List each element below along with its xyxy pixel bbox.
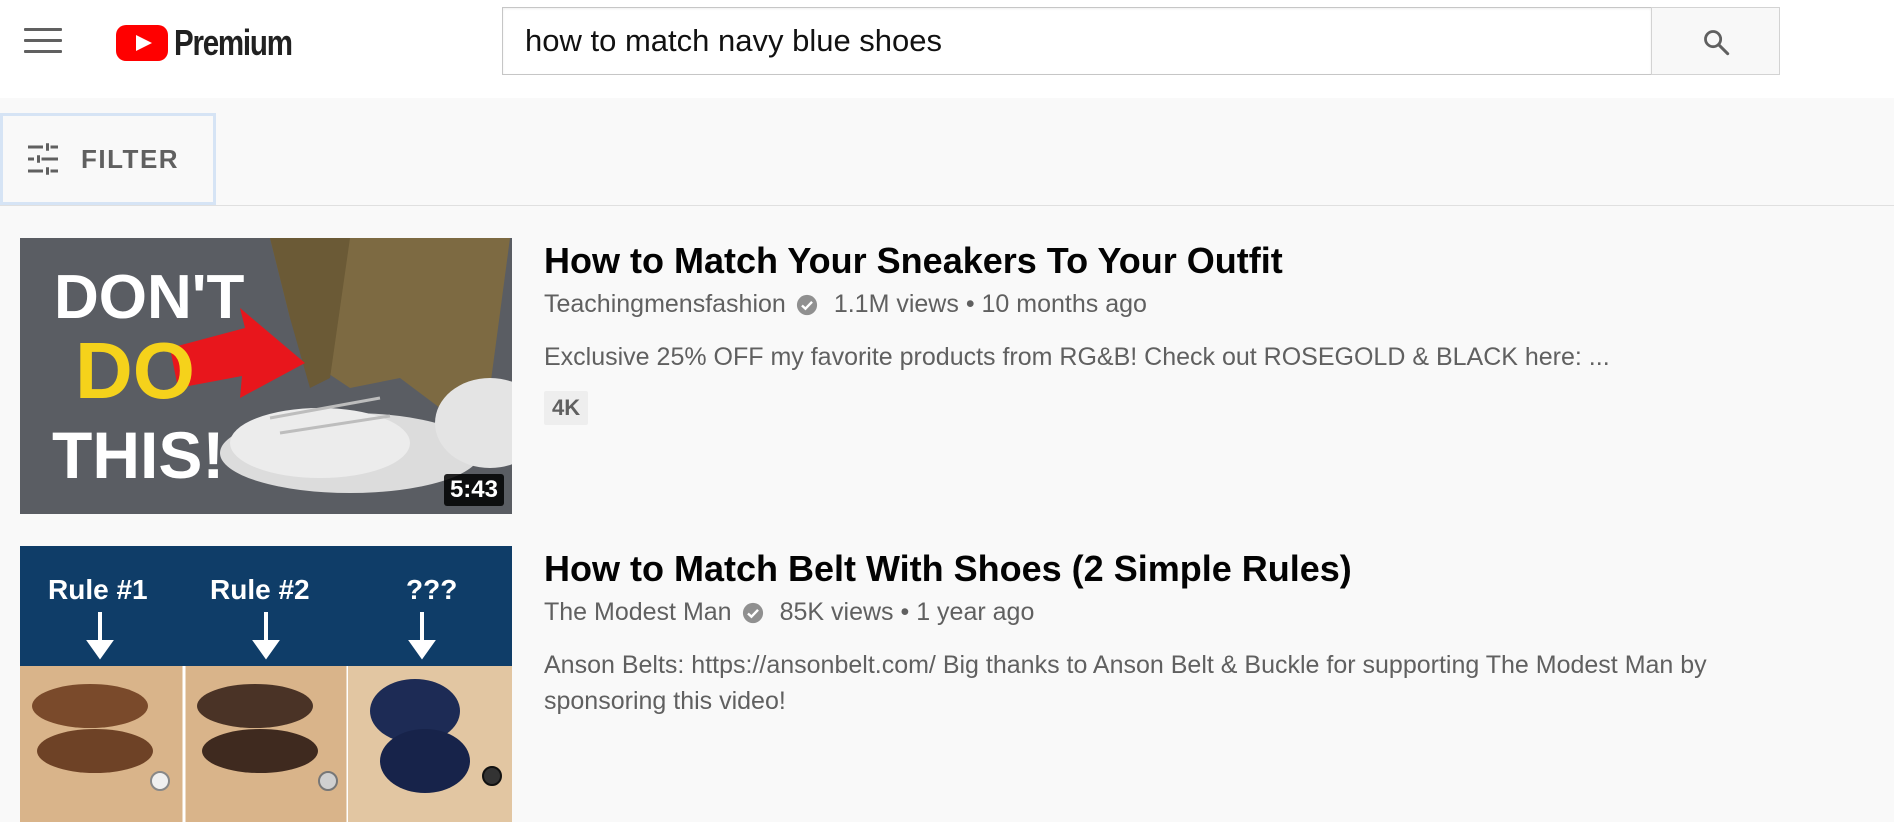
thumb-rule3: ??? — [406, 574, 457, 605]
upload-age: 10 months ago — [981, 290, 1147, 318]
video-description: Exclusive 25% OFF my favorite products f… — [544, 343, 1610, 371]
video-description: Anson Belts: https://ansonbelt.com/ Big … — [544, 651, 1707, 715]
video-thumbnail[interactable]: Rule #1 Rule #2 ??? — [20, 546, 512, 822]
upload-age: 1 year ago — [916, 598, 1035, 626]
thumbnail-image: Rule #1 Rule #2 ??? — [20, 546, 512, 822]
thumb-text-line2: DO — [75, 326, 195, 415]
verified-check-icon — [796, 294, 817, 315]
search-button[interactable] — [1651, 7, 1780, 75]
channel-name[interactable]: Teachingmensfashion — [544, 290, 786, 319]
thumb-rule2: Rule #2 — [210, 574, 310, 605]
view-count: 85K views — [779, 598, 894, 626]
video-info: How to Match Belt With Shoes (2 Simple R… — [544, 546, 1784, 719]
quality-badge: 4K — [544, 391, 589, 425]
thumb-text-line1: DON'T — [54, 263, 245, 332]
filter-sliders-icon — [28, 143, 58, 175]
search-input[interactable] — [525, 8, 1625, 74]
video-title[interactable]: How to Match Belt With Shoes (2 Simple R… — [544, 546, 1784, 592]
verified-check-icon — [742, 602, 763, 623]
filter-label: FILTER — [81, 143, 180, 174]
thumb-rule1: Rule #1 — [48, 574, 148, 605]
search-box — [502, 7, 1651, 75]
masthead: Premium — [0, 0, 1894, 98]
channel-name[interactable]: The Modest Man — [544, 598, 732, 627]
meta-separator: • — [958, 290, 982, 318]
video-info: How to Match Your Sneakers To Your Outfi… — [544, 238, 1784, 425]
video-title[interactable]: How to Match Your Sneakers To Your Outfi… — [544, 238, 1784, 284]
video-meta: Teachingmensfashion 1.1M views • 10 mont… — [544, 290, 1784, 319]
thumb-text-line3: THIS! — [52, 418, 224, 492]
video-duration: 5:43 — [443, 474, 504, 506]
thumbnail-image: DON'T DO THIS! — [20, 238, 512, 514]
meta-separator: • — [893, 598, 917, 626]
search-icon — [1704, 30, 1730, 56]
view-count: 1.1M views — [833, 290, 959, 318]
youtube-play-icon — [116, 25, 168, 61]
youtube-premium-logo[interactable]: Premium — [116, 22, 318, 64]
video-thumbnail[interactable]: DON'T DO THIS! 5:43 — [20, 238, 512, 514]
filter-button[interactable]: FILTER — [0, 113, 216, 205]
menu-icon[interactable] — [24, 28, 62, 58]
video-meta: The Modest Man 85K views • 1 year ago — [544, 598, 1784, 627]
brand-text: Premium — [174, 22, 293, 63]
divider — [0, 205, 1894, 206]
